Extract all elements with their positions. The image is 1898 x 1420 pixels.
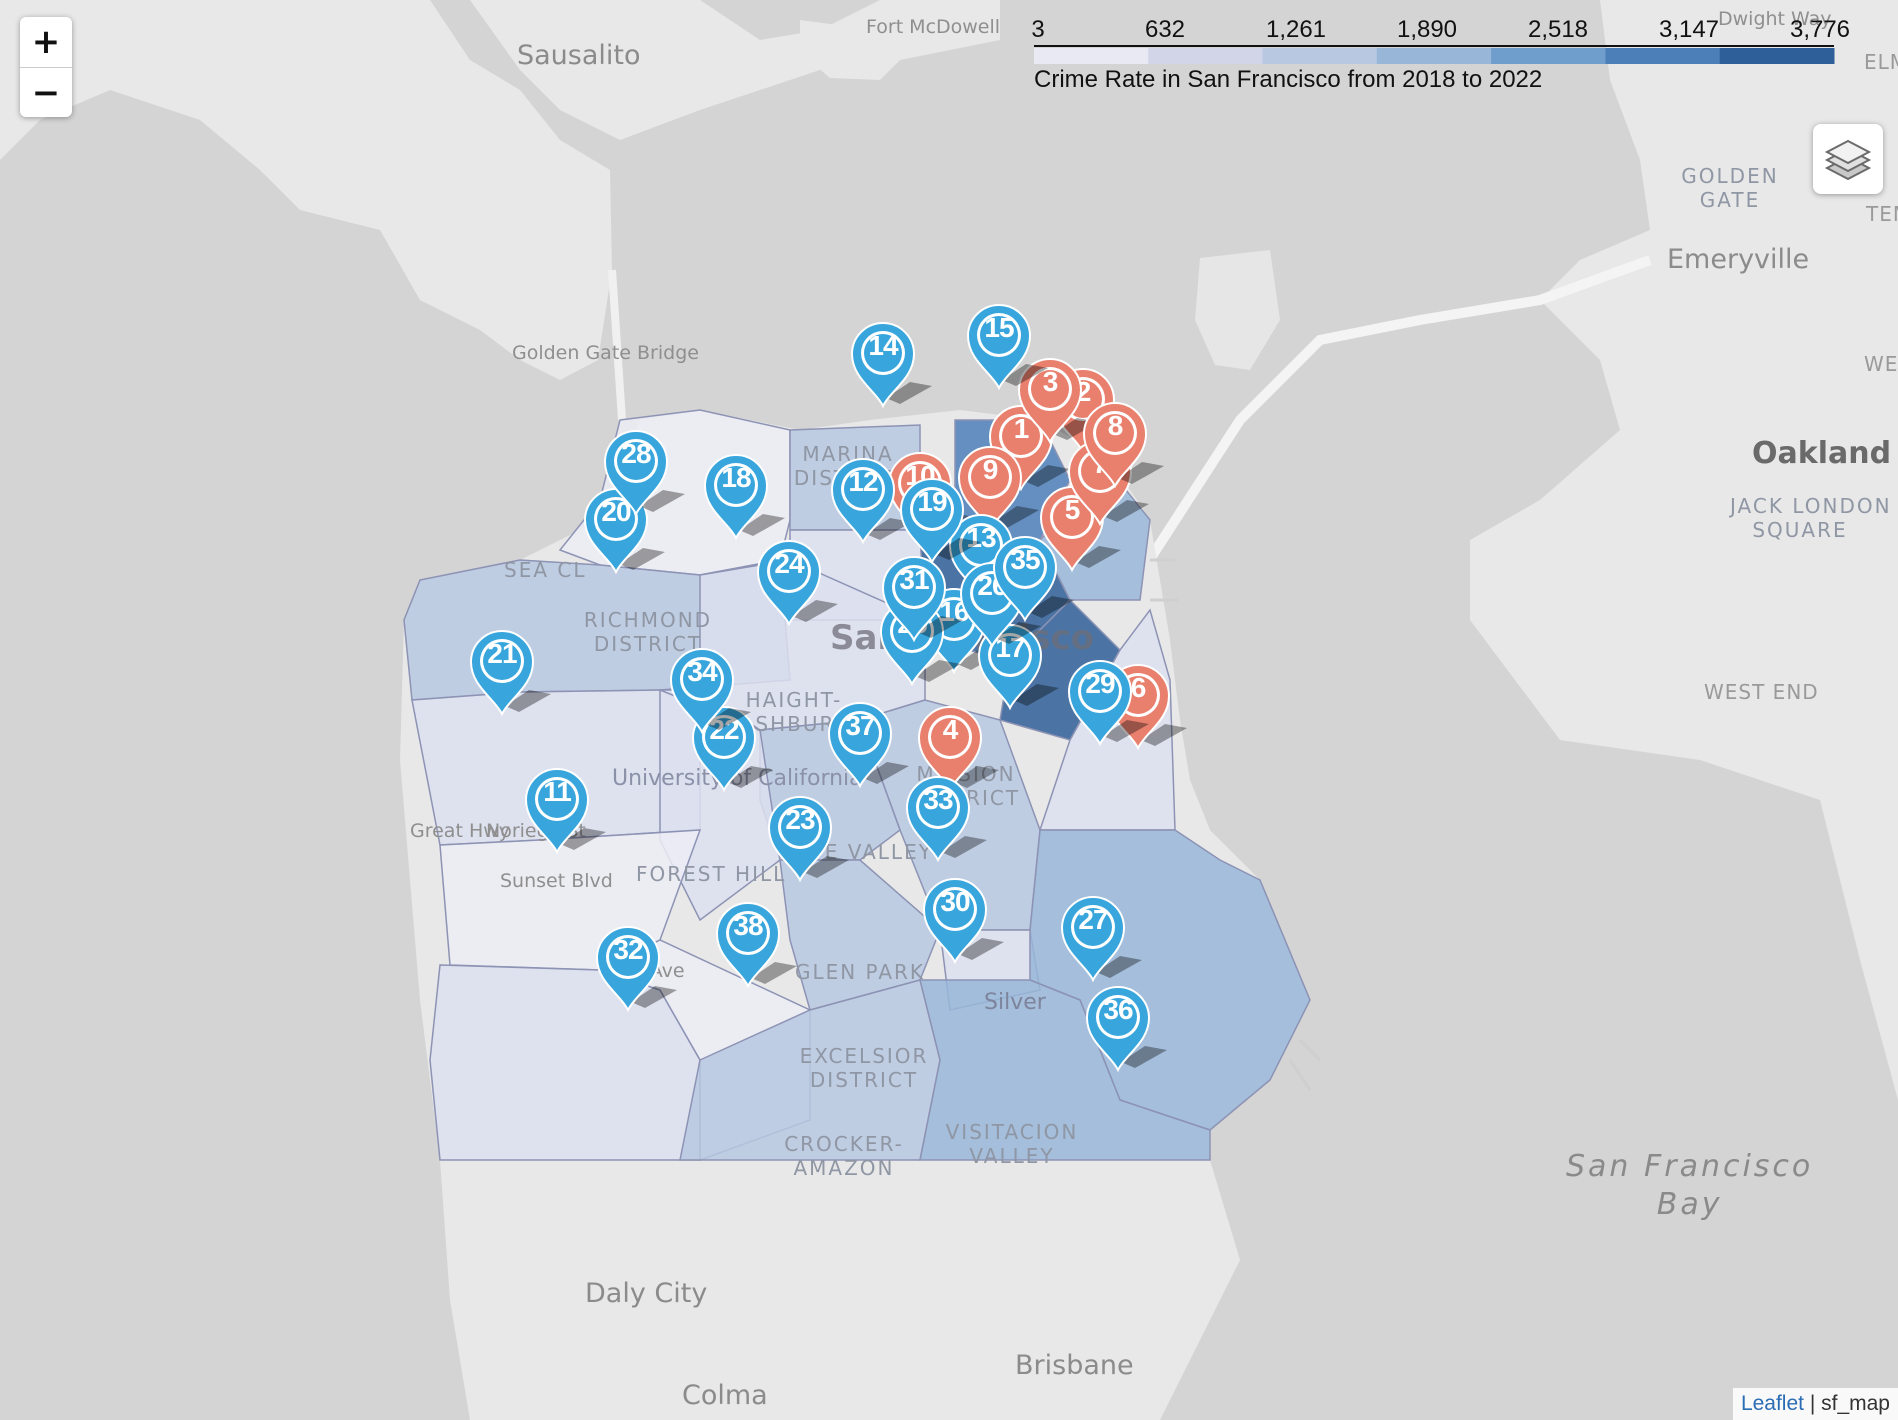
legend-tick-label: 632: [1144, 16, 1186, 43]
place-label: Sunset Blvd: [500, 870, 613, 892]
legend-swatch: [1491, 48, 1606, 64]
legend-tick-label: 3,776: [1789, 16, 1851, 43]
place-label: TEMES: [1866, 202, 1898, 226]
layers-icon: [1824, 139, 1872, 181]
legend-swatch: [1034, 48, 1149, 64]
marker-number: 37: [845, 710, 875, 741]
place-label: Sausalito: [517, 40, 641, 71]
map-marker-19[interactable]: 19: [895, 472, 981, 565]
map-marker-30[interactable]: 30: [918, 872, 1004, 965]
layers-control-button[interactable]: [1813, 124, 1883, 194]
legend-tick-label: 1,890: [1396, 16, 1458, 43]
marker-number: 28: [621, 438, 651, 469]
leaflet-link[interactable]: Leaflet: [1741, 1392, 1804, 1415]
map-marker-28[interactable]: 28: [599, 424, 685, 517]
map-marker-21[interactable]: 21: [465, 624, 551, 717]
zoom-out-button[interactable]: −: [20, 67, 72, 117]
marker-number: 24: [774, 548, 804, 579]
attribution: Leaflet | sf_map: [1732, 1388, 1898, 1420]
legend-swatch: [1719, 48, 1835, 64]
map-container[interactable]: Sausalito Fort McDowell Golden Gate Bridge…: [0, 0, 1898, 1420]
map-marker-11[interactable]: 11: [520, 762, 606, 855]
place-label: WEST END: [1704, 680, 1819, 704]
map-marker-35[interactable]: 35: [988, 530, 1074, 623]
neighborhood-label: GOLDEN GATE: [1681, 164, 1779, 212]
marker-number: 32: [613, 934, 643, 965]
map-marker-14[interactable]: 14: [846, 316, 932, 409]
marker-number: 12: [848, 466, 878, 497]
zoom-in-button[interactable]: +: [20, 17, 72, 67]
legend-swatch: [1148, 48, 1264, 64]
marker-number: 31: [899, 564, 929, 595]
marker-number: 38: [733, 910, 763, 941]
map-marker-31[interactable]: 31: [877, 550, 963, 643]
legend-title: Crime Rate in San Francisco from 2018 to…: [1034, 66, 1543, 93]
place-label: Fort McDowell: [866, 16, 1001, 38]
legend-swatch: [1605, 48, 1721, 64]
marker-number: 23: [785, 804, 815, 835]
place-label: Daly City: [585, 1278, 708, 1309]
neighborhood-label: VISITACION VALLEY: [945, 1120, 1079, 1168]
place-label: Brisbane: [1015, 1350, 1134, 1381]
place-label: WESTL: [1864, 352, 1898, 376]
map-marker-27[interactable]: 27: [1056, 890, 1142, 983]
legend: 3 632 1,261 1,890 2,518 3,147 3,776 Crime Rate…: [1020, 10, 1850, 100]
legend-tick-label: 3: [1031, 16, 1045, 43]
silver-label: Silver: [984, 990, 1046, 1015]
map-marker-29[interactable]: 29: [1063, 654, 1149, 747]
legend-tick-label: 2,518: [1527, 16, 1589, 43]
map-marker-34[interactable]: 34: [665, 642, 751, 735]
map-marker-24[interactable]: 24: [752, 534, 838, 627]
place-label: Golden Gate Bridge: [512, 342, 699, 364]
legend-swatch: [1376, 48, 1492, 64]
place-label: Emeryville: [1667, 244, 1810, 275]
attribution-text: | sf_map: [1804, 1392, 1890, 1415]
marker-number: 30: [940, 886, 970, 917]
map-marker-12[interactable]: 12: [826, 452, 912, 545]
neighborhood-label: EXCELSIOR DISTRICT: [799, 1044, 929, 1092]
place-label: ELM: [1864, 50, 1898, 74]
map-marker-37[interactable]: 37: [823, 696, 909, 789]
map-marker-23[interactable]: 23: [763, 790, 849, 883]
legend-swatch: [1262, 48, 1378, 64]
place-label: Colma: [682, 1380, 768, 1411]
map-marker-8[interactable]: 8: [1078, 396, 1164, 489]
marker-number: 8: [1107, 410, 1124, 441]
map-marker-36[interactable]: 36: [1081, 980, 1167, 1073]
marker-number: 14: [868, 330, 898, 361]
map-marker-38[interactable]: 38: [711, 896, 797, 989]
marker-number: 27: [1078, 904, 1108, 935]
neighborhood-label: JACK LONDON SQUARE: [1730, 494, 1892, 542]
bay-label: San Francisco Bay: [1566, 1149, 1814, 1222]
marker-number: 15: [984, 312, 1014, 343]
marker-number: 29: [1085, 668, 1115, 699]
zoom-control: + −: [20, 17, 72, 117]
map-marker-15[interactable]: 15: [962, 298, 1048, 391]
marker-number: 36: [1103, 994, 1133, 1025]
marker-number: 18: [721, 462, 751, 493]
legend-tick-label: 3,147: [1658, 16, 1720, 43]
place-label: Oakland: [1752, 436, 1892, 471]
marker-number: 35: [1010, 544, 1040, 575]
marker-number: 19: [917, 486, 947, 517]
map-marker-32[interactable]: 32: [591, 920, 677, 1013]
neighborhood-label: FOREST HILL: [636, 862, 787, 886]
marker-number: 21: [487, 638, 517, 669]
legend-tick-label: 1,261: [1265, 16, 1327, 43]
neighborhood-label: CROCKER- AMAZON: [784, 1132, 904, 1180]
sea-cliff-label: SEA CL: [504, 558, 587, 582]
map-marker-18[interactable]: 18: [699, 448, 785, 541]
marker-number: 34: [687, 656, 717, 687]
marker-number: 11: [543, 776, 572, 807]
